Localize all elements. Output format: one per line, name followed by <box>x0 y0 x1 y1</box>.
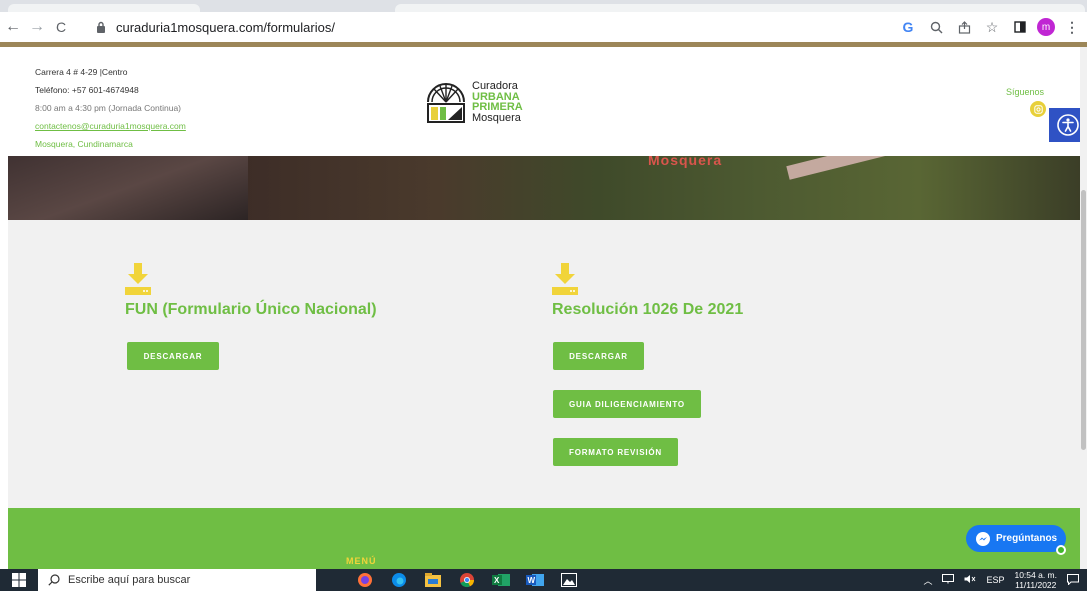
address-bar[interactable]: curaduria1mosquera.com/formularios/ <box>94 15 894 39</box>
windows-taskbar: Escribe aquí para buscar X W ︿ ESP 10:54… <box>0 569 1087 591</box>
file-explorer-icon[interactable] <box>420 569 446 591</box>
search-icon <box>48 574 60 586</box>
language-indicator[interactable]: ESP <box>986 575 1004 585</box>
accessibility-icon <box>1057 114 1079 136</box>
star-icon[interactable]: ☆ <box>981 16 1003 38</box>
lock-icon <box>94 20 108 34</box>
guia-diligenciamiento-button[interactable]: GUIA DILIGENCIAMIENTO <box>553 390 701 418</box>
hours-text: 8:00 am a 4:30 pm (Jornada Continua) <box>35 103 182 113</box>
logo-line: PRIMERA <box>472 101 523 113</box>
svg-text:W: W <box>528 576 536 585</box>
resolucion-download-button[interactable]: DESCARGAR <box>553 342 644 370</box>
logo-line: Mosquera <box>472 111 521 124</box>
firefox-icon[interactable] <box>352 569 378 591</box>
tab[interactable] <box>8 4 200 12</box>
excel-icon[interactable]: X <box>488 569 514 591</box>
back-button[interactable]: ← <box>2 16 24 38</box>
logo-line: Curadora <box>472 80 518 92</box>
scrollbar-thumb[interactable] <box>1081 190 1086 450</box>
download-icon <box>552 263 578 295</box>
formato-revision-button[interactable]: FORMATO REVISIÓN <box>553 438 678 466</box>
notifications-icon[interactable] <box>1067 573 1079 587</box>
url-text: curaduria1mosquera.com/formularios/ <box>116 19 335 35</box>
instagram-icon[interactable] <box>1030 101 1046 117</box>
tray-overflow-icon[interactable]: ︿ <box>923 574 932 587</box>
sidepanel-icon[interactable] <box>1009 16 1031 38</box>
email-link[interactable]: contactenos@curaduria1mosquera.com <box>35 117 186 135</box>
footer-menu-label: MENÚ <box>346 556 377 566</box>
messenger-chat-button[interactable]: Pregúntanos <box>966 525 1066 552</box>
site-logo[interactable]: Curadora URBANA PRIMERA Mosquera <box>424 76 534 128</box>
share-icon[interactable] <box>953 16 975 38</box>
messenger-label: Pregúntanos <box>996 533 1058 544</box>
phone-text: Teléfono: +57 601-4674948 <box>35 85 139 95</box>
taskbar-search[interactable]: Escribe aquí para buscar <box>38 569 316 591</box>
toolbar-actions: G ☆ m ⋮ <box>897 15 1083 39</box>
system-tray: ︿ ESP 10:54 a. m. 11/11/2022 <box>918 569 1087 591</box>
site-footer: MENÚ <box>8 508 1080 569</box>
hero-sign: Mosquera <box>648 156 723 168</box>
menu-icon[interactable]: ⋮ <box>1061 16 1083 38</box>
tab-strip <box>0 0 1087 12</box>
site-header: Carrera 4 # 4-29 |Centro Teléfono: +57 6… <box>0 47 1087 156</box>
network-icon[interactable] <box>942 574 955 586</box>
volume-muted-icon[interactable] <box>964 574 976 586</box>
hero-path <box>786 156 1042 180</box>
download-icon <box>125 263 151 295</box>
reload-button[interactable]: C <box>50 16 72 38</box>
zoom-icon[interactable] <box>925 16 947 38</box>
follow-label: Síguenos <box>1006 87 1045 97</box>
windows-start-icon[interactable] <box>0 569 38 591</box>
logo-emblem-icon <box>427 83 465 123</box>
online-status-dot <box>1056 545 1066 555</box>
chrome-icon[interactable] <box>454 569 480 591</box>
card-title-fun: FUN (Formulario Único Nacional) <box>125 301 377 318</box>
google-icon[interactable]: G <box>897 16 919 38</box>
fun-download-button[interactable]: DESCARGAR <box>127 342 219 370</box>
edge-icon[interactable] <box>386 569 412 591</box>
contact-info: Carrera 4 # 4-29 |Centro Teléfono: +57 6… <box>35 63 186 153</box>
hero-road <box>8 156 248 220</box>
clock-date: 11/11/2022 <box>1015 580 1057 590</box>
address-text: Carrera 4 # 4-29 |Centro <box>35 67 128 77</box>
card-title-resolucion: Resolución 1026 De 2021 <box>552 301 744 318</box>
svg-text:X: X <box>494 576 500 585</box>
logo-wordmark: Curadora URBANA PRIMERA Mosquera <box>472 81 523 123</box>
messenger-icon <box>976 531 990 546</box>
tab[interactable] <box>395 4 1085 12</box>
taskbar-clock[interactable]: 10:54 a. m. 11/11/2022 <box>1014 570 1057 590</box>
clock-time: 10:54 a. m. <box>1014 570 1057 580</box>
browser-toolbar: ← → C curaduria1mosquera.com/formularios… <box>0 12 1087 42</box>
taskbar-search-placeholder: Escribe aquí para buscar <box>68 574 191 586</box>
word-icon[interactable]: W <box>522 569 548 591</box>
city-text: Mosquera, Cundinamarca <box>35 139 133 149</box>
photos-icon[interactable] <box>556 569 582 591</box>
hero-banner: Mosquera <box>8 156 1080 220</box>
profile-avatar[interactable]: m <box>1037 18 1055 36</box>
forms-section: FUN (Formulario Único Nacional) DESCARGA… <box>8 220 1080 508</box>
forward-button[interactable]: → <box>26 16 48 38</box>
